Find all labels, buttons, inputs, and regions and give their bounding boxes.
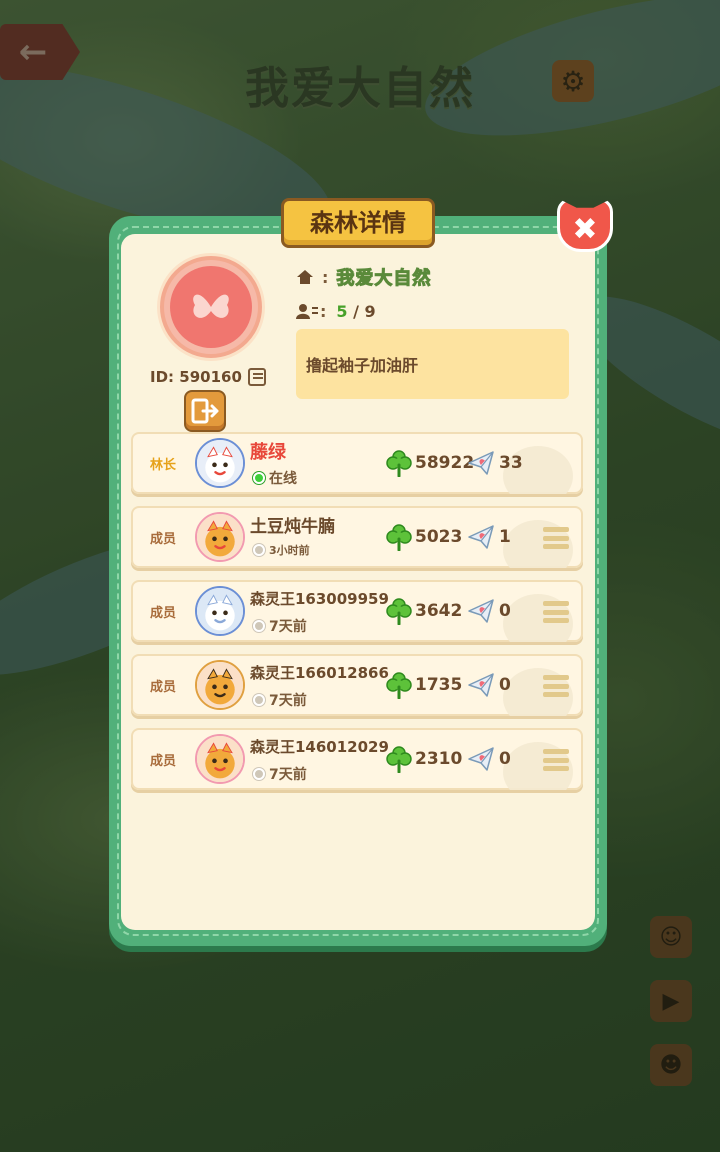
member-role: 成员	[149, 531, 176, 547]
member-name: 土豆炖牛腩	[250, 517, 335, 537]
forest-description: 撸起袖子加油肝	[296, 329, 569, 399]
member-name: 森灵王146012029	[250, 738, 389, 756]
heart-plane-icon	[467, 745, 495, 773]
avatar-icon	[197, 514, 243, 560]
member-menu-icon[interactable]	[543, 601, 569, 623]
clover-icon	[385, 523, 413, 551]
member-clover-stat: 5023	[385, 523, 462, 551]
member-heart-stat: 1	[467, 523, 511, 551]
member-status: 3小时前	[253, 542, 310, 558]
panel-title: 森林详情	[281, 198, 435, 248]
member-role: 成员	[149, 753, 176, 769]
member-count-row: : 5 / 9	[296, 300, 376, 322]
heart-plane-icon	[467, 523, 495, 551]
close-icon: ✖	[572, 211, 598, 247]
member-clover-count: 58922	[415, 453, 475, 473]
exit-icon	[191, 398, 219, 424]
member-role: 林长	[149, 457, 176, 473]
avatar-icon	[197, 588, 243, 634]
member-name: 森灵王166012866	[250, 664, 389, 682]
clover-icon	[385, 597, 413, 625]
member-row[interactable]: 成员 森灵王146012029 7天前 2310 0	[131, 728, 583, 790]
member-name: 藤绿	[250, 442, 286, 463]
heart-plane-icon	[467, 671, 495, 699]
avatar-icon	[197, 662, 243, 708]
member-count-max: 9	[364, 301, 376, 321]
member-last-seen: 7天前	[269, 767, 307, 783]
heart-plane-icon	[467, 449, 495, 477]
copy-icon[interactable]	[247, 368, 266, 386]
offline-dot-icon	[253, 620, 265, 632]
member-last-seen: 3小时前	[269, 544, 310, 557]
member-avatar[interactable]	[195, 512, 245, 562]
member-clover-count: 5023	[415, 527, 463, 547]
member-menu-icon[interactable]	[543, 675, 569, 697]
member-heart-stat: 0	[467, 745, 511, 773]
member-avatar[interactable]	[195, 734, 245, 784]
member-count-separator: /	[353, 301, 359, 321]
member-heart-count: 33	[499, 453, 523, 473]
member-menu-icon[interactable]	[543, 749, 569, 771]
member-last-seen: 7天前	[269, 693, 307, 709]
forest-name: 我爱大自然	[336, 268, 432, 290]
member-avatar[interactable]	[195, 438, 245, 488]
member-status: 7天前	[253, 616, 307, 636]
member-last-seen: 在线	[269, 471, 297, 487]
member-role: 成员	[149, 679, 176, 695]
offline-dot-icon	[253, 768, 265, 780]
clover-icon	[385, 449, 413, 477]
member-row[interactable]: 成员 森灵王166012866 7天前 1735 0	[131, 654, 583, 716]
member-avatar[interactable]	[195, 586, 245, 636]
offline-dot-icon	[253, 544, 265, 556]
member-heart-stat: 0	[467, 671, 511, 699]
member-name: 森灵王163009959	[250, 590, 389, 608]
member-heart-count: 1	[499, 527, 511, 547]
offline-dot-icon	[253, 694, 265, 706]
member-row[interactable]: 成员 森灵王163009959 7天前 3642 0	[131, 580, 583, 642]
members-icon	[296, 304, 318, 319]
avatar-icon	[197, 736, 243, 782]
forest-name-row: : 我爱大自然	[296, 264, 431, 290]
clover-icon	[385, 745, 413, 773]
member-clover-count: 1735	[415, 675, 463, 695]
member-heart-count: 0	[499, 749, 511, 769]
clover-icon	[385, 671, 413, 699]
member-heart-stat: 33	[467, 449, 523, 477]
member-heart-stat: 0	[467, 597, 511, 625]
member-status: 7天前	[253, 690, 307, 710]
forest-emblem	[160, 256, 262, 358]
member-clover-count: 3642	[415, 601, 463, 621]
member-clover-stat: 2310	[385, 745, 462, 773]
butterfly-icon	[193, 294, 229, 318]
home-icon	[297, 270, 313, 284]
heart-plane-icon	[467, 597, 495, 625]
member-clover-stat: 1735	[385, 671, 462, 699]
member-heart-count: 0	[499, 601, 511, 621]
member-avatar[interactable]	[195, 660, 245, 710]
colon: :	[322, 267, 329, 287]
forest-id-row: ID: 590160	[150, 366, 270, 388]
avatar-icon	[197, 440, 243, 486]
member-row[interactable]: 林长 藤绿 在线 58922 33	[131, 432, 583, 494]
member-clover-stat: 3642	[385, 597, 462, 625]
leave-forest-button[interactable]	[184, 390, 226, 432]
member-heart-count: 0	[499, 675, 511, 695]
member-status: 在线	[253, 468, 297, 488]
member-status: 7天前	[253, 764, 307, 784]
online-dot-icon	[253, 472, 265, 484]
member-clover-stat: 58922	[385, 449, 474, 477]
member-clover-count: 2310	[415, 749, 463, 769]
forest-id: ID: 590160	[150, 368, 242, 386]
member-row[interactable]: 成员 土豆炖牛腩 3小时前 5023 1	[131, 506, 583, 568]
member-count-current: 5	[336, 301, 348, 321]
member-menu-icon[interactable]	[543, 527, 569, 549]
member-role: 成员	[149, 605, 176, 621]
colon: :	[320, 301, 327, 321]
member-last-seen: 7天前	[269, 619, 307, 635]
